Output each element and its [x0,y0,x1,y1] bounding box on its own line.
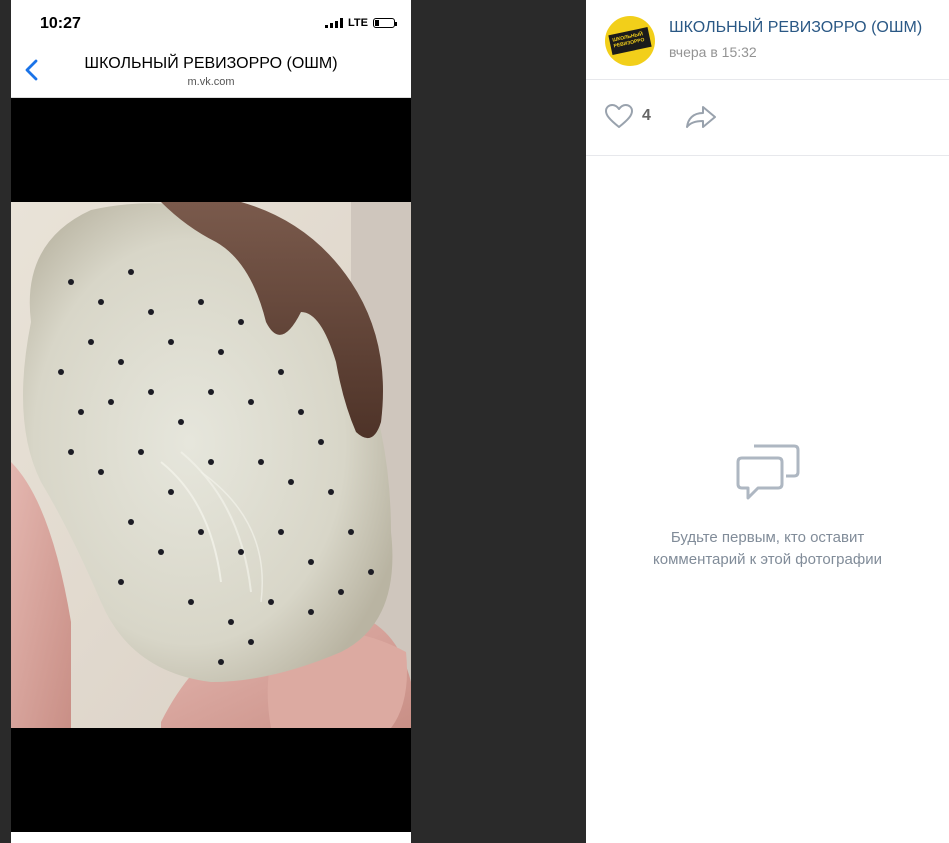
status-indicators: LTE [325,17,397,29]
nav-domain: m.vk.com [187,76,235,88]
status-time: 10:27 [40,15,81,32]
post-header: ШКОЛЬНЫЙ РЕВИЗОРРО ШКОЛЬНЫЙ РЕВИЗОРРО (ОШ… [586,0,949,80]
post-timestamp[interactable]: вчера в 15:32 [669,44,757,60]
share-icon [686,106,716,128]
nav-title: ШКОЛЬНЫЙ РЕВИЗОРРО (ОШМ) [84,55,338,72]
browser-navbar: ШКОЛЬНЫЙ РЕВИЗОРРО (ОШМ) m.vk.com [11,44,411,98]
photo-viewer: 10:27 LTE ШКОЛЬНЫЙ РЕВИЗОРРО (ОШМ) m.vk.… [0,0,585,843]
comments-empty-state: Будьте первым, кто оставит комментарий к… [586,440,949,571]
phone-screenshot: 10:27 LTE ШКОЛЬНЫЙ РЕВИЗОРРО (ОШМ) m.vk.… [11,0,411,843]
empty-comments-line-2: комментарий к этой фотографии [653,551,882,568]
empty-comments-text: Будьте первым, кто оставит комментарий к… [586,527,949,571]
share-button[interactable] [685,105,717,134]
network-type: LTE [348,17,368,29]
like-button[interactable]: 4 [604,103,651,129]
empty-comments-line-1: Будьте первым, кто оставит [670,529,865,546]
ios-status-bar: 10:27 LTE [11,0,411,44]
post-side-panel: ШКОЛЬНЫЙ РЕВИЗОРРО ШКОЛЬНЫЙ РЕВИЗОРРО (ОШ… [586,0,949,843]
post-actions: 4 [586,80,949,156]
group-name-link[interactable]: ШКОЛЬНЫЙ РЕВИЗОРРО (ОШМ) [669,19,922,37]
phone-bottom-bar [11,832,411,843]
comments-icon [736,444,799,500]
heart-icon [605,104,633,128]
like-count: 4 [642,107,651,124]
group-avatar[interactable]: ШКОЛЬНЫЙ РЕВИЗОРРО [605,16,655,66]
signal-icon [325,18,344,28]
battery-icon [373,18,397,28]
food-photo [11,202,411,728]
avatar-logo: ШКОЛЬНЫЙ РЕВИЗОРРО [608,27,652,55]
